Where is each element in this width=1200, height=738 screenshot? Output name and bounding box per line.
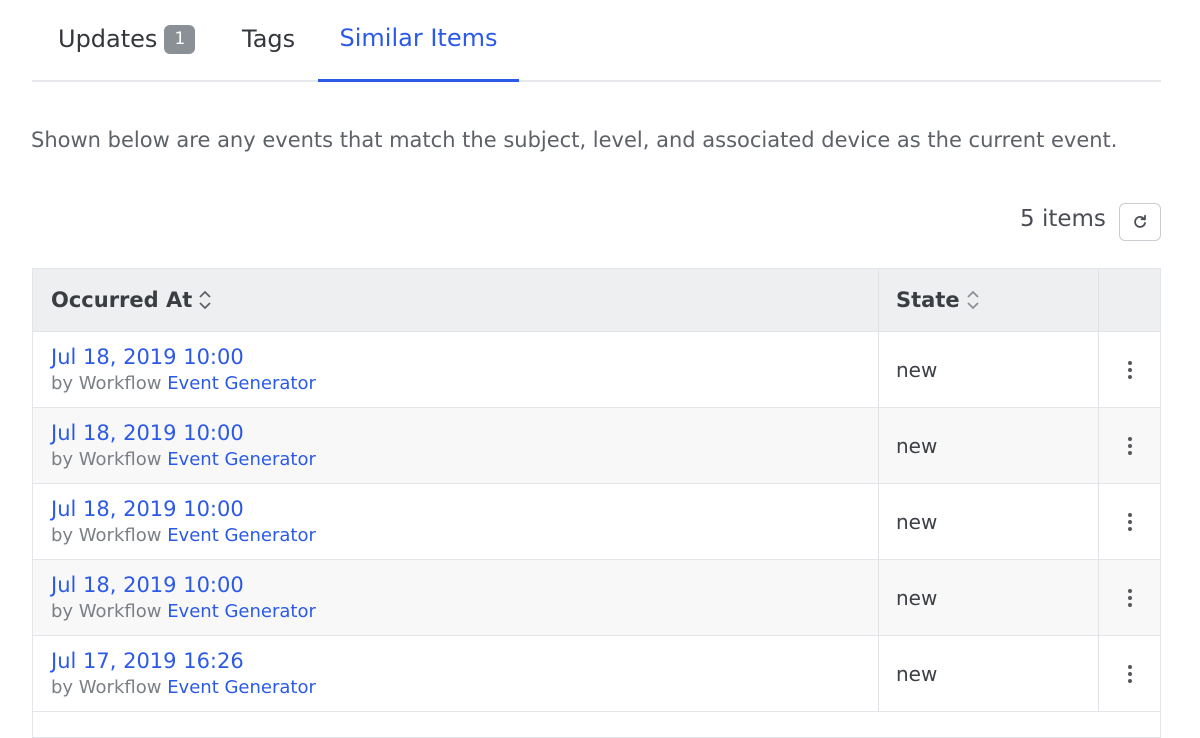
similar-items-table: Occurred At State Jul 18, 2019 10:00 by … — [32, 268, 1161, 738]
event-date-link[interactable]: Jul 18, 2019 10:00 — [51, 573, 878, 597]
event-generator-link[interactable]: Event Generator — [167, 677, 316, 698]
state-cell: new — [879, 484, 1099, 559]
kebab-menu-icon[interactable] — [1122, 431, 1138, 461]
source-prefix: by Workflow — [51, 525, 162, 546]
event-generator-link[interactable]: Event Generator — [167, 373, 316, 394]
tab-similar-items-label: Similar Items — [339, 23, 498, 52]
event-source: by Workflow Event Generator — [51, 677, 878, 698]
source-prefix: by Workflow — [51, 373, 162, 394]
event-source: by Workflow Event Generator — [51, 601, 878, 622]
tab-updates-label: Updates — [58, 25, 158, 53]
actions-cell — [1099, 636, 1160, 711]
event-generator-link[interactable]: Event Generator — [167, 525, 316, 546]
source-prefix: by Workflow — [51, 449, 162, 470]
table-row: Jul 17, 2019 16:26 by Workflow Event Gen… — [33, 636, 1160, 712]
state-cell: new — [879, 636, 1099, 711]
event-date-link[interactable]: Jul 18, 2019 10:00 — [51, 345, 878, 369]
actions-cell — [1099, 484, 1160, 559]
items-count: 5 items — [1020, 206, 1106, 232]
kebab-menu-icon[interactable] — [1122, 355, 1138, 385]
column-header-actions — [1099, 269, 1160, 331]
refresh-button[interactable] — [1119, 203, 1161, 241]
actions-cell — [1099, 408, 1160, 483]
column-header-state-label: State — [896, 288, 960, 312]
refresh-icon — [1134, 214, 1146, 228]
kebab-menu-icon[interactable] — [1122, 507, 1138, 537]
actions-cell — [1099, 332, 1160, 407]
table-header: Occurred At State — [33, 269, 1160, 332]
event-source: by Workflow Event Generator — [51, 373, 878, 394]
occurred-at-cell: Jul 18, 2019 10:00 by Workflow Event Gen… — [33, 408, 879, 483]
kebab-menu-icon[interactable] — [1122, 583, 1138, 613]
similar-items-description: Shown below are any events that match th… — [31, 128, 1118, 152]
source-prefix: by Workflow — [51, 601, 162, 622]
event-source: by Workflow Event Generator — [51, 449, 878, 470]
event-source: by Workflow Event Generator — [51, 525, 878, 546]
event-generator-link[interactable]: Event Generator — [167, 449, 316, 470]
tab-similar-items[interactable]: Similar Items — [318, 0, 519, 82]
updates-count-badge: 1 — [164, 24, 196, 54]
tab-bar: Updates 1 Tags Similar Items — [32, 0, 1161, 82]
event-date-link[interactable]: Jul 18, 2019 10:00 — [51, 421, 878, 445]
occurred-at-cell: Jul 18, 2019 10:00 by Workflow Event Gen… — [33, 332, 879, 407]
column-header-occurred-at[interactable]: Occurred At — [33, 269, 879, 331]
sort-icon[interactable] — [966, 289, 980, 311]
column-header-occurred-at-label: Occurred At — [51, 288, 193, 312]
occurred-at-cell: Jul 17, 2019 16:26 by Workflow Event Gen… — [33, 636, 879, 711]
occurred-at-cell: Jul 18, 2019 10:00 by Workflow Event Gen… — [33, 484, 879, 559]
occurred-at-cell: Jul 18, 2019 10:00 by Workflow Event Gen… — [33, 560, 879, 635]
tab-tags-label: Tags — [242, 25, 296, 53]
table-row: Jul 18, 2019 10:00 by Workflow Event Gen… — [33, 560, 1160, 636]
table-row: Jul 18, 2019 10:00 by Workflow Event Gen… — [33, 484, 1160, 560]
kebab-menu-icon[interactable] — [1122, 659, 1138, 689]
table-row: Jul 18, 2019 10:00 by Workflow Event Gen… — [33, 408, 1160, 484]
state-cell: new — [879, 332, 1099, 407]
tab-updates[interactable]: Updates 1 — [58, 0, 196, 82]
tab-tags[interactable]: Tags — [242, 0, 295, 82]
table-row: Jul 18, 2019 10:00 by Workflow Event Gen… — [33, 332, 1160, 408]
actions-cell — [1099, 560, 1160, 635]
sort-icon[interactable] — [198, 289, 212, 311]
event-date-link[interactable]: Jul 18, 2019 10:00 — [51, 497, 878, 521]
event-date-link[interactable]: Jul 17, 2019 16:26 — [51, 649, 878, 673]
event-generator-link[interactable]: Event Generator — [167, 601, 316, 622]
state-cell: new — [879, 560, 1099, 635]
state-cell: new — [879, 408, 1099, 483]
source-prefix: by Workflow — [51, 677, 162, 698]
column-header-state[interactable]: State — [879, 269, 1099, 331]
